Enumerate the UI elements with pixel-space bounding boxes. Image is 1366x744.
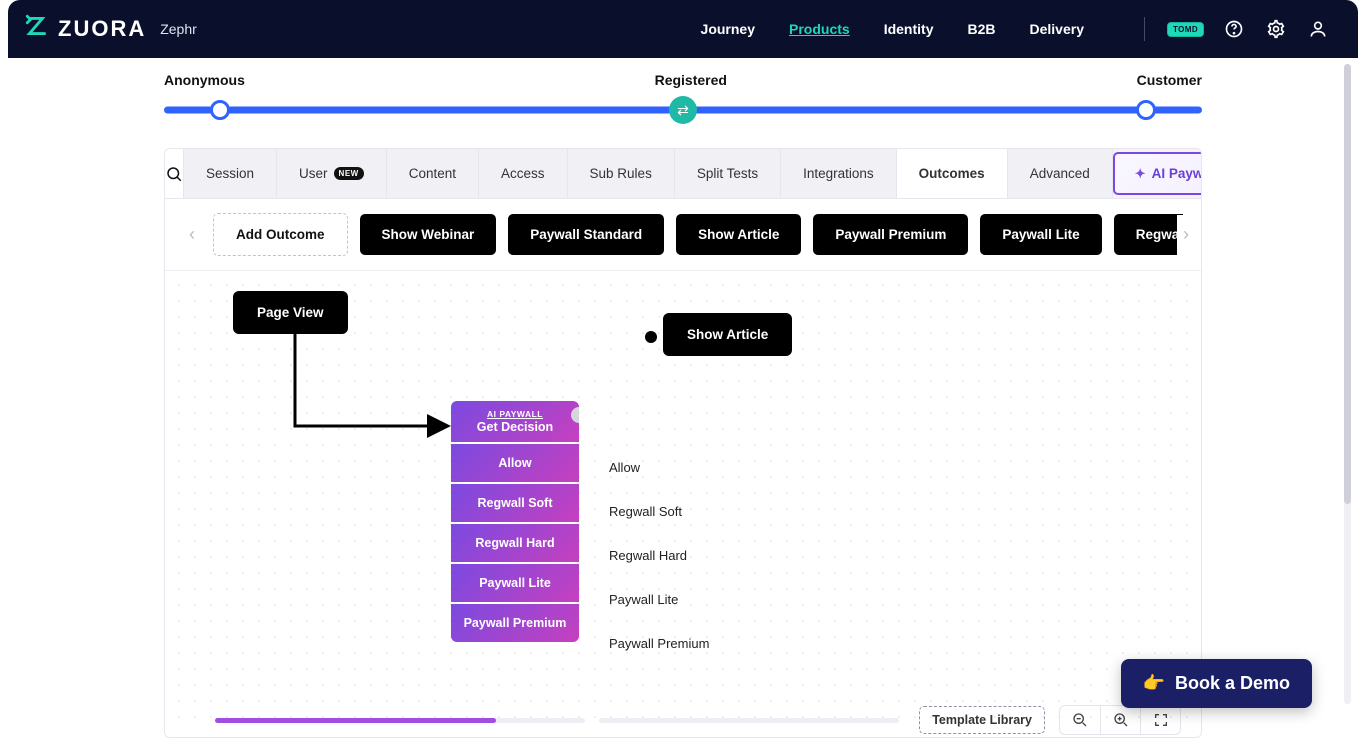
tab-subrules[interactable]: Sub Rules <box>568 149 675 198</box>
book-demo-button[interactable]: 👉 Book a Demo <box>1121 659 1312 708</box>
zoom-in-button[interactable] <box>1100 706 1140 734</box>
zoom-out-button[interactable] <box>1060 706 1100 734</box>
tab-user[interactable]: UserNEW <box>277 149 387 198</box>
env-pill[interactable]: TOMD <box>1167 22 1204 37</box>
journey-label-customer: Customer <box>1137 72 1202 88</box>
node-port[interactable] <box>645 331 657 343</box>
journey-dot-registered[interactable]: ⇄ <box>669 96 697 124</box>
badge-new: NEW <box>334 167 364 180</box>
flow-canvas[interactable]: Page View Show Article AI PAYWALL Get De… <box>165 271 1201 731</box>
tab-outcomes[interactable]: Outcomes <box>897 149 1008 198</box>
tab-split[interactable]: Split Tests <box>675 149 781 198</box>
ai-option-regwall-soft[interactable]: Regwall Soft <box>451 484 579 522</box>
outcome-chip[interactable]: Regwall Hard <box>1114 214 1183 255</box>
nav-products[interactable]: Products <box>789 21 850 37</box>
ai-option-paywall-premium[interactable]: Paywall Premium <box>451 604 579 642</box>
zoom-controls <box>1059 705 1181 735</box>
nav-right: TOMD <box>1144 17 1330 41</box>
tab-content[interactable]: Content <box>387 149 479 198</box>
h-scroll-2[interactable] <box>599 718 899 723</box>
nav-identity[interactable]: Identity <box>884 21 934 37</box>
tab-ai-paywall[interactable]: ✦AI Paywall <box>1113 152 1202 195</box>
opt-label: Paywall Premium <box>609 636 709 651</box>
profile-icon[interactable] <box>1306 17 1330 41</box>
page-scrollbar[interactable] <box>1344 64 1351 704</box>
tab-integrations[interactable]: Integrations <box>781 149 897 198</box>
outcome-chip[interactable]: Show Webinar <box>360 214 497 255</box>
opt-label: Paywall Lite <box>609 592 678 607</box>
outcome-toolbar: ‹ Add Outcome Show Webinar Paywall Stand… <box>165 199 1201 271</box>
brand-sub: Zephr <box>160 21 197 37</box>
logo: ZUORA Zephr <box>24 13 197 46</box>
add-outcome-button[interactable]: Add Outcome <box>213 213 348 256</box>
pointer-icon: 👉 <box>1143 673 1165 694</box>
brand-text: ZUORA <box>58 16 146 42</box>
journey-bar: Anonymous Registered Customer ⇄ <box>0 58 1366 148</box>
outcome-chip[interactable]: Paywall Standard <box>508 214 664 255</box>
rules-panel: Session UserNEW Content Access Sub Rules… <box>164 148 1202 738</box>
tab-session[interactable]: Session <box>184 149 277 198</box>
tab-search[interactable] <box>165 149 184 198</box>
fullscreen-button[interactable] <box>1140 706 1180 734</box>
ai-caption: AI PAYWALL <box>457 409 573 419</box>
sparkle-icon: ✦ <box>1135 166 1146 182</box>
template-library-button[interactable]: Template Library <box>919 706 1045 734</box>
ai-paywall-block[interactable]: AI PAYWALL Get Decision Allow Regwall So… <box>451 401 579 642</box>
node-page-view[interactable]: Page View <box>233 291 348 334</box>
journey-dot-anonymous[interactable] <box>210 100 230 120</box>
ai-option-regwall-hard[interactable]: Regwall Hard <box>451 524 579 562</box>
outcome-chip[interactable]: Paywall Premium <box>813 214 968 255</box>
outcome-scroll-left[interactable]: ‹ <box>183 215 201 255</box>
outcome-scroll-right[interactable]: › <box>1177 215 1195 255</box>
opt-label: Regwall Hard <box>609 548 687 563</box>
ai-title: Get Decision <box>477 420 553 434</box>
settings-icon[interactable] <box>1264 17 1288 41</box>
cta-label: Book a Demo <box>1175 673 1290 694</box>
ai-option-paywall-lite[interactable]: Paywall Lite <box>451 564 579 602</box>
ai-option-allow[interactable]: Allow <box>451 444 579 482</box>
tab-advanced[interactable]: Advanced <box>1008 149 1113 198</box>
outcome-chip[interactable]: Paywall Lite <box>980 214 1101 255</box>
nav-journey[interactable]: Journey <box>701 21 755 37</box>
h-scroll-1[interactable] <box>215 718 585 723</box>
topbar: ZUORA Zephr Journey Products Identity B2… <box>8 0 1358 58</box>
tabs: Session UserNEW Content Access Sub Rules… <box>165 149 1201 199</box>
nav-delivery[interactable]: Delivery <box>1030 21 1084 37</box>
node-show-article[interactable]: Show Article <box>663 313 792 356</box>
primary-nav: Journey Products Identity B2B Delivery T… <box>701 17 1330 41</box>
opt-label: Allow <box>609 460 640 475</box>
opt-label: Regwall Soft <box>609 504 682 519</box>
canvas-footer: Template Library <box>165 703 1201 737</box>
journey-dot-customer[interactable] <box>1136 100 1156 120</box>
help-icon[interactable] <box>1222 17 1246 41</box>
nav-b2b[interactable]: B2B <box>967 21 995 37</box>
logo-mark-icon <box>24 13 50 46</box>
ai-head[interactable]: AI PAYWALL Get Decision <box>451 401 579 442</box>
journey-label-registered: Registered <box>655 72 727 88</box>
journey-label-anonymous: Anonymous <box>164 72 245 88</box>
outcome-chip[interactable]: Show Article <box>676 214 801 255</box>
ai-knob[interactable] <box>571 407 579 423</box>
tab-access[interactable]: Access <box>479 149 568 198</box>
